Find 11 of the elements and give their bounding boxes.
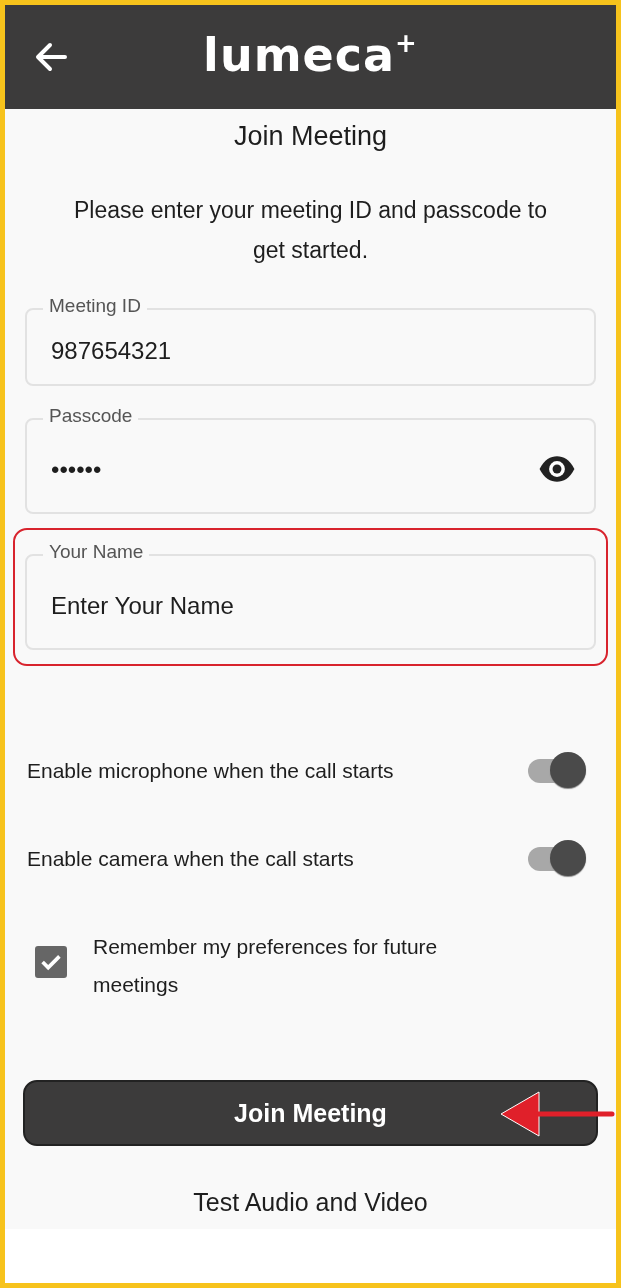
toggle-label: Enable microphone when the call starts <box>27 759 394 783</box>
toggle-switch[interactable] <box>526 840 588 878</box>
page-title: Join Meeting <box>232 121 389 152</box>
checkbox-label: Remember my preferences for future meetings <box>93 934 439 998</box>
toggle-switch[interactable] <box>526 752 588 790</box>
app-logo: lumeca$^{+}$ <box>203 27 418 83</box>
join-meeting-button[interactable]: Join Meeting <box>23 1080 598 1146</box>
test-audio-video-link[interactable]: Test Audio and Video <box>193 1188 428 1217</box>
toggle-label: Enable camera when the call starts <box>27 847 354 871</box>
instructions-text: Please enter your meeting ID and passcode to get started. <box>72 196 549 265</box>
checkbox[interactable] <box>35 946 67 978</box>
